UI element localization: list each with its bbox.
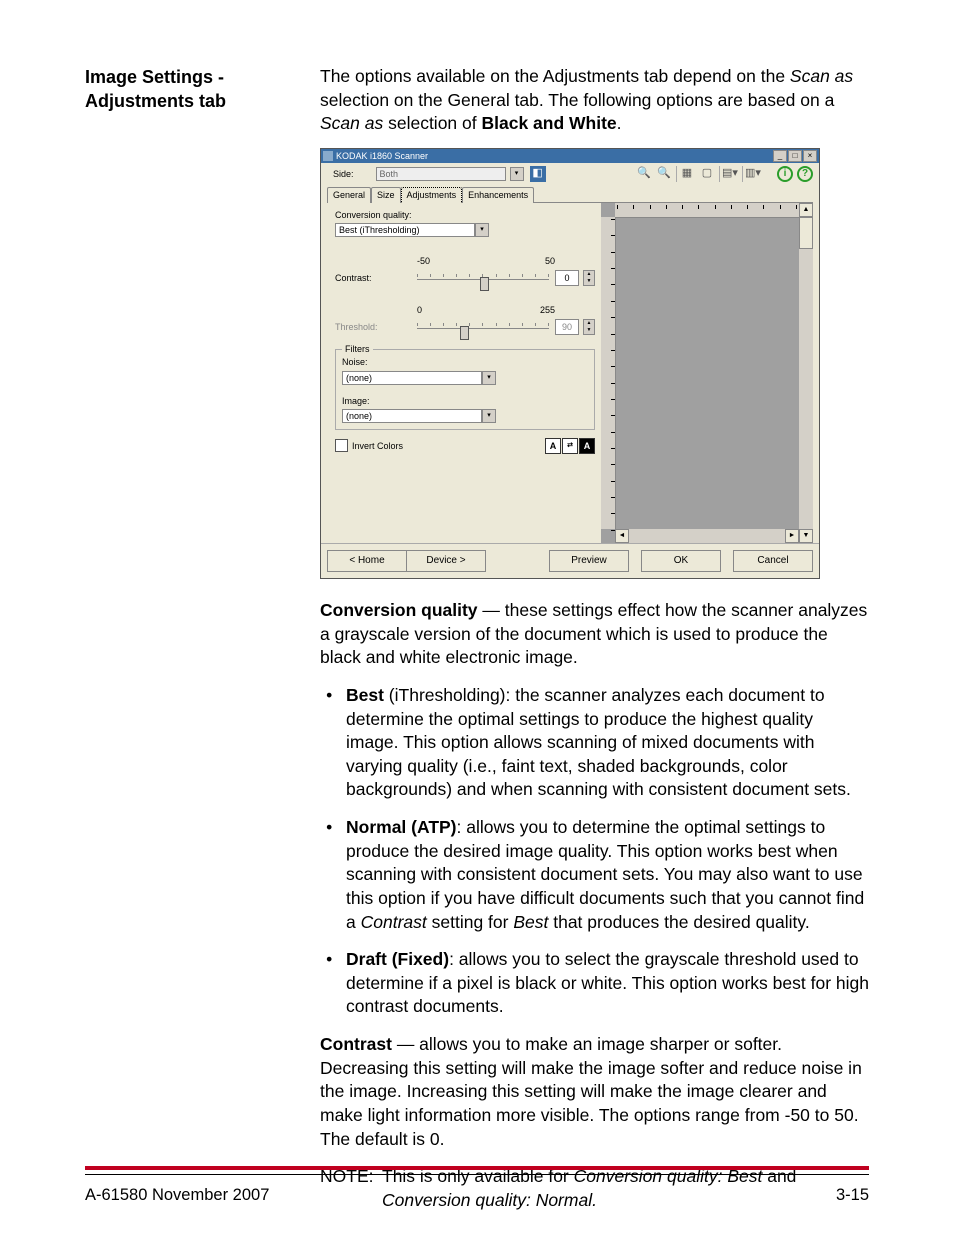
filters-legend: Filters [342, 343, 373, 355]
footer-left: A-61580 November 2007 [85, 1186, 269, 1205]
draft-bullet: Draft (Fixed): allows you to select the … [342, 948, 869, 1019]
preview-panel: ▲ ▼ ◄ ► [601, 203, 813, 543]
tab-size[interactable]: Size [371, 187, 401, 203]
dropdown-arrow-icon[interactable]: ▾ [475, 223, 489, 237]
footer-right: 3-15 [836, 1186, 869, 1205]
scrollbar-horizontal[interactable]: ◄ ► [615, 529, 799, 543]
contrast-min-label: -50 [417, 255, 430, 267]
tool-icon-2[interactable]: ▢ [699, 166, 715, 182]
ruler-horizontal [615, 203, 799, 218]
dropdown-arrow-icon[interactable]: ▾ [482, 371, 496, 385]
side-label: Side: [333, 168, 354, 180]
device-button[interactable]: Device > [406, 550, 486, 572]
tool-icon-3[interactable]: ▤▾ [719, 166, 738, 182]
scroll-right-icon[interactable]: ► [785, 529, 799, 543]
image-filter-label: Image: [342, 395, 588, 407]
threshold-max-label: 255 [540, 304, 555, 316]
zoom-out-icon[interactable]: 🔍 [656, 166, 672, 182]
contrast-label: Contrast: [335, 272, 411, 284]
scroll-up-icon[interactable]: ▲ [799, 203, 813, 217]
conversion-quality-paragraph: Conversion quality — these settings effe… [320, 599, 869, 670]
ruler-vertical [601, 217, 616, 529]
dropdown-arrow-icon[interactable]: ▾ [482, 409, 496, 423]
help-info-icon[interactable]: i [777, 166, 793, 182]
tool-icon-1[interactable]: ▦ [676, 166, 695, 182]
conversion-quality-dropdown[interactable]: Best (iThresholding) [335, 223, 475, 237]
ok-button[interactable]: OK [641, 550, 721, 572]
minimize-button[interactable]: _ [773, 150, 787, 162]
scroll-left-icon[interactable]: ◄ [615, 529, 629, 543]
noise-dropdown[interactable]: (none) [342, 371, 482, 385]
window-title: KODAK i1860 Scanner [336, 150, 428, 162]
invert-swap-icon: ⇄ [562, 438, 578, 454]
contrast-value[interactable]: 0 [555, 270, 579, 286]
tab-general[interactable]: General [327, 187, 371, 203]
invert-colors-label: Invert Colors [352, 440, 403, 452]
close-button[interactable]: × [803, 150, 817, 162]
tab-enhancements[interactable]: Enhancements [462, 187, 534, 203]
titlebar: KODAK i1860 Scanner _ □ × [321, 149, 819, 163]
contrast-paragraph: Contrast — allows you to make an image s… [320, 1033, 869, 1151]
preview-button[interactable]: Preview [549, 550, 629, 572]
scroll-down-icon[interactable]: ▼ [799, 529, 813, 543]
scrollbar-vertical[interactable]: ▲ ▼ [799, 203, 813, 543]
best-bullet: Best (iThresholding): the scanner analyz… [342, 684, 869, 802]
image-filter-dropdown[interactable]: (none) [342, 409, 482, 423]
side-dropdown-arrow[interactable]: ▾ [510, 167, 524, 181]
invert-colors-checkbox[interactable] [335, 439, 348, 452]
help-question-icon[interactable]: ? [797, 166, 813, 182]
conversion-quality-label: Conversion quality: [335, 209, 595, 221]
noise-label: Noise: [342, 356, 588, 368]
section-heading: Image Settings - Adjustments tab [85, 65, 320, 114]
app-icon [323, 151, 333, 161]
contrast-spinner[interactable]: ▲▼ [583, 270, 595, 286]
contrast-max-label: 50 [545, 255, 555, 267]
tool-icon-4[interactable]: ▥▾ [742, 166, 761, 182]
footer-rule [85, 1166, 869, 1175]
threshold-spinner[interactable]: ▲▼ [583, 319, 595, 335]
contrast-slider[interactable] [415, 271, 551, 285]
toggle-icon[interactable]: ◧ [530, 166, 546, 182]
cancel-button[interactable]: Cancel [733, 550, 813, 572]
threshold-min-label: 0 [417, 304, 422, 316]
threshold-label: Threshold: [335, 321, 411, 333]
home-button[interactable]: < Home [327, 550, 407, 572]
filters-group: Filters Noise: (none) ▾ Image: (none) ▾ [335, 349, 595, 429]
side-dropdown[interactable]: Both [376, 167, 506, 181]
maximize-button[interactable]: □ [788, 150, 802, 162]
dialog-window: KODAK i1860 Scanner _ □ × Side: Both ▾ ◧… [320, 148, 820, 579]
tab-adjustments[interactable]: Adjustments [401, 187, 463, 203]
threshold-slider[interactable] [415, 320, 551, 334]
threshold-value[interactable]: 90 [555, 319, 579, 335]
normal-bullet: Normal (ATP): allows you to determine th… [342, 816, 869, 934]
intro-paragraph: The options available on the Adjustments… [320, 65, 869, 136]
invert-sample-black-icon: A [579, 438, 595, 454]
invert-sample-white-icon: A [545, 438, 561, 454]
zoom-in-icon[interactable]: 🔍 [636, 166, 652, 182]
